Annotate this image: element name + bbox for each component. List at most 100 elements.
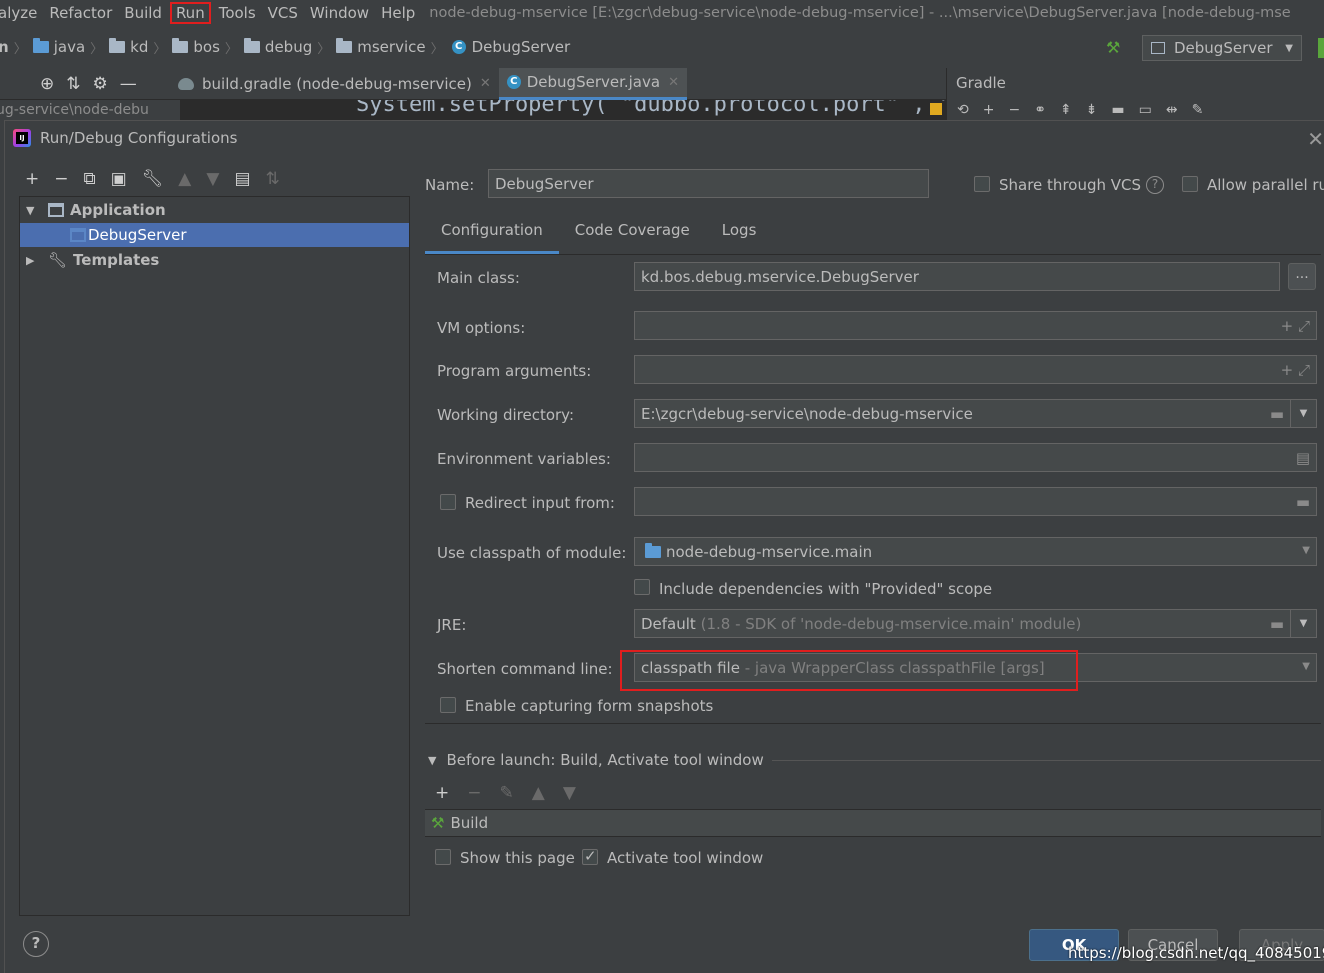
menu-refactor[interactable]: Refactor [43,4,118,22]
allow-parallel-checkbox[interactable] [1182,176,1198,192]
new-folder-icon[interactable]: ▤ [234,169,250,189]
navigation-bar: n 〉 java 〉 kd 〉 bos 〉 debug 〉 mservice 〉… [0,32,1324,62]
tree-item-application[interactable]: ▼ Application [20,198,409,222]
breadcrumb-bos[interactable]: bos [168,38,220,56]
tree-item-templates[interactable]: ▶ 🔧︎ Templates [20,248,409,272]
collapse-arrow-icon[interactable]: ▶ [26,254,38,267]
edit-icon[interactable]: ✎ [500,783,514,803]
working-dir-input[interactable]: E:\zgcr\debug-service\node-debug-mservic… [634,399,1291,428]
move-up-icon[interactable]: ▲ [532,783,545,803]
highlight-box [620,650,1078,691]
jre-dropdown[interactable]: ▼ [1290,609,1317,638]
working-dir-dropdown[interactable]: ▼ [1290,399,1317,428]
gradle-toolbar-icons[interactable]: ⟲+−⚭⇞⇟▬▭⇹✎ [957,102,1217,118]
menu-tools[interactable]: Tools [213,4,262,22]
tree-item-debugserver[interactable]: DebugServer [20,223,409,247]
move-down-icon[interactable]: ▼ [563,783,576,803]
save-icon[interactable]: ▣ [111,169,127,189]
help-icon[interactable]: ? [1146,176,1164,194]
folder-icon[interactable]: ▬ [1296,493,1310,511]
name-label: Name: [425,176,475,194]
close-icon[interactable]: ✕ [668,75,679,90]
collapse-arrow-icon[interactable]: ▼ [428,754,436,767]
redirect-input[interactable]: ▬ [634,487,1317,516]
module-icon [645,542,661,558]
folder-icon[interactable]: ▬ [1270,405,1284,423]
before-launch-header[interactable]: ▼ Before launch: Build, Activate tool wi… [428,751,1321,769]
program-args-input[interactable]: + ⤢ [634,355,1317,384]
jre-select[interactable]: Default (1.8 - SDK of 'node-debug-mservi… [634,609,1291,638]
menu-window[interactable]: Window [304,4,375,22]
main-class-label: Main class: [437,269,520,287]
breadcrumb-root[interactable]: n [0,38,9,56]
application-icon [1151,42,1165,54]
breadcrumb-file[interactable]: C DebugServer [446,38,570,56]
sort-icon[interactable]: ⇅ [266,169,280,189]
folder-icon [32,38,49,53]
expand-field-icon[interactable]: + ⤢ [1281,361,1310,379]
add-icon[interactable]: + [435,783,449,803]
gear-icon[interactable]: ⚙ [93,74,108,94]
move-up-icon[interactable]: ▲ [178,169,191,189]
breadcrumb-debug[interactable]: debug [240,38,312,56]
menu-build[interactable]: Build [118,4,168,22]
redirect-checkbox[interactable] [440,494,456,510]
include-deps-label: Include dependencies with "Provided" sco… [659,580,993,598]
java-class-icon: C [506,75,521,89]
collapse-icon[interactable]: ⇅ [66,74,80,94]
folder-icon[interactable]: ▬ [1270,615,1284,633]
include-deps-checkbox[interactable] [634,579,650,595]
locate-icon[interactable]: ⊕ [40,74,54,94]
menu-analyze[interactable]: alyze [0,4,43,22]
share-vcs-checkbox[interactable] [974,176,990,192]
show-page-label: Show this page [460,849,575,867]
tab-build-gradle[interactable]: build.gradle (node-debug-mservice) ✕ [170,68,499,100]
wrench-icon[interactable]: 🔧︎ [142,169,164,189]
capture-snapshots-checkbox[interactable] [440,697,456,713]
activate-tool-checkbox[interactable] [582,847,598,865]
classpath-module-select[interactable]: node-debug-mservice.main ▼ [634,537,1317,566]
menu-bar: alyze Refactor Build Run Tools VCS Windo… [0,0,1324,26]
gradle-panel-title: Gradle [956,74,1006,92]
breadcrumb-java[interactable]: java [29,38,85,56]
tab-code-coverage[interactable]: Code Coverage [559,214,706,254]
menu-vcs[interactable]: VCS [262,4,304,22]
vm-options-input[interactable]: + ⤢ [634,311,1317,340]
gradle-panel: Gradle ⟲+−⚭⇞⇟▬▭⇹✎ [946,68,1324,120]
menu-run[interactable]: Run [169,2,211,24]
breadcrumb-kd[interactable]: kd [105,38,148,56]
tab-logs[interactable]: Logs [706,214,773,254]
minimize-icon[interactable]: — [120,74,137,94]
copy-icon[interactable]: ⧉ [84,169,96,189]
close-dialog-icon[interactable]: ✕ [1307,127,1324,151]
env-vars-input[interactable]: ▤ [634,443,1317,472]
application-icon [70,228,86,242]
run-config-combo[interactable]: DebugServer ▼ [1142,35,1302,61]
help-button[interactable]: ? [23,931,49,957]
remove-icon[interactable]: − [54,169,68,189]
run-icon[interactable] [1318,38,1324,58]
tab-configuration[interactable]: Configuration [425,214,559,254]
config-tree-toolbar: + − ⧉ ▣ 🔧︎ ▲ ▼ ▤ ⇅ [25,169,280,189]
menu-help[interactable]: Help [375,4,421,22]
expand-arrow-icon[interactable]: ▼ [26,204,38,217]
program-args-label: Program arguments: [437,362,592,380]
breadcrumb-mservice[interactable]: mservice [332,38,426,56]
show-page-checkbox[interactable] [435,849,451,865]
move-down-icon[interactable]: ▼ [206,169,219,189]
wrench-icon: 🔧︎ [48,251,68,269]
document-icon[interactable]: ▤ [1296,449,1310,467]
name-input[interactable]: DebugServer [488,169,929,198]
expand-field-icon[interactable]: + ⤢ [1281,317,1310,335]
browse-main-class-button[interactable]: ... [1288,263,1316,290]
tab-debugserver-java[interactable]: C DebugServer.java ✕ [498,67,687,100]
before-launch-item[interactable]: Build [450,814,488,832]
intellij-logo-icon [13,129,31,147]
add-icon[interactable]: + [25,169,39,189]
close-icon[interactable]: ✕ [480,76,491,91]
remove-icon[interactable]: − [467,783,481,803]
build-hammer-icon[interactable]: ⚒ [1106,38,1120,57]
chevron-right-icon: 〉 [430,41,444,57]
main-class-input[interactable]: kd.bos.debug.mservice.DebugServer [634,262,1280,291]
chevron-right-icon: 〉 [13,41,27,57]
